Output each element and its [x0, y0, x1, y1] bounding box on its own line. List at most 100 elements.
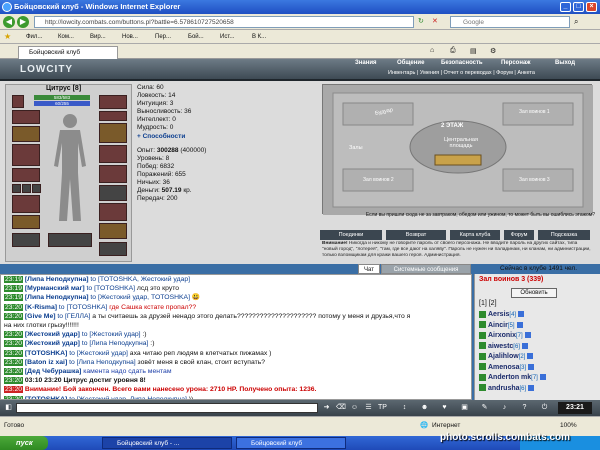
player-row[interactable]: andrusha[6] — [479, 384, 535, 393]
equip-slot-bracers[interactable] — [12, 215, 40, 229]
tab-system-messages[interactable]: Системные сообщения — [381, 264, 471, 274]
map-room-halls[interactable]: Залы — [349, 145, 363, 151]
taskbar-item[interactable]: Бойцовский клуб — [236, 437, 346, 449]
taskbar-item[interactable]: Бойцовский клуб - ... — [102, 437, 232, 449]
minimize-button[interactable]: _ — [560, 2, 571, 12]
equip-slot-shoes[interactable] — [99, 203, 127, 221]
private-message-icon[interactable] — [479, 331, 486, 339]
refresh-roster-button[interactable]: Обновить — [511, 288, 557, 298]
chat-timestamp[interactable]: 23:19 — [4, 285, 24, 293]
character-name[interactable]: Цитрус [8] — [46, 85, 81, 92]
chat-recipient[interactable]: to [Жестокий удар, TOTOSHKA] — [89, 294, 190, 301]
player-name[interactable]: Airxonix — [488, 332, 516, 339]
chat-nickname[interactable]: [Дед Чебурашка] — [25, 368, 81, 375]
chat-message-input[interactable] — [16, 403, 318, 413]
forward-button[interactable]: ▶ — [17, 16, 29, 28]
private-message-icon[interactable] — [479, 373, 486, 381]
chat-recipient[interactable]: to [TOTOSHKA] — [85, 285, 136, 292]
clear-icon[interactable]: ⌫ — [336, 403, 346, 413]
maximize-button[interactable]: □ — [573, 2, 584, 12]
sound-icon[interactable]: ♪ — [500, 403, 509, 413]
stop-icon[interactable]: ✕ — [432, 17, 438, 25]
player-name[interactable]: Amenosa — [488, 364, 520, 371]
search-icon[interactable]: ⌕ — [574, 17, 578, 27]
hint-button[interactable]: Подсказка — [538, 230, 590, 240]
chat-nickname[interactable]: [Мурманский маг] — [25, 285, 85, 292]
chat-nickname[interactable]: [Жестокий удар] — [25, 331, 80, 338]
print-icon[interactable]: ⎙ — [450, 47, 456, 55]
home-icon[interactable]: ⌂ — [430, 47, 434, 54]
address-input[interactable]: http://lowcity.combats.com/buttons.pl?ba… — [34, 16, 414, 28]
filter-icon[interactable]: ☰ — [364, 403, 373, 413]
chat-log[interactable]: 23:19 [Липа Неподкупна] to [TOTOSHKA, Же… — [0, 274, 472, 400]
equip-slot-helmet[interactable] — [12, 95, 24, 108]
equip-slot-misc[interactable] — [99, 242, 127, 256]
player-info-icon[interactable] — [524, 332, 531, 339]
quests-icon[interactable]: ✎ — [480, 403, 489, 413]
chat-timestamp[interactable]: 23:20 — [4, 386, 24, 394]
private-message-icon[interactable] — [479, 342, 486, 350]
chat-nickname[interactable]: [Липа Неподкупна] — [25, 276, 89, 283]
favorites-star-icon[interactable]: ★ — [4, 32, 11, 41]
chat-timestamp[interactable]: 23:20 — [4, 377, 24, 385]
equip-slot-belt[interactable] — [12, 168, 40, 182]
menu-item[interactable]: Выход — [555, 60, 575, 66]
chat-nickname[interactable]: [Липа Неподкупна] — [25, 294, 89, 301]
chat-nickname[interactable]: [Give Me] — [25, 313, 56, 320]
equip-slot-boots[interactable] — [12, 233, 40, 247]
player-row[interactable]: Ajalihlow[2] — [479, 352, 534, 361]
favorite-link[interactable]: Вир... — [90, 32, 106, 42]
help-icon[interactable]: ? — [520, 403, 529, 413]
equip-slot-necklace[interactable] — [12, 110, 40, 124]
chat-settings-icon[interactable]: ◧ — [4, 403, 13, 413]
player-row[interactable]: Aincir[5] — [479, 321, 523, 330]
private-message-icon[interactable] — [479, 321, 486, 329]
equip-slot-pocket[interactable] — [22, 184, 31, 193]
player-name[interactable]: Anderton mk — [488, 374, 531, 381]
chat-recipient[interactable]: to [Жестокий удар] — [67, 350, 128, 357]
exit-icon[interactable]: ⏻ — [540, 403, 549, 413]
equip-slot-rings[interactable] — [99, 111, 127, 121]
browser-tab[interactable]: Бойцовский клуб — [18, 46, 118, 59]
chat-recipient[interactable]: to [TOTOSHKA] — [57, 304, 108, 311]
chat-timestamp[interactable]: 23:19 — [4, 294, 24, 302]
menu-item[interactable]: Знания — [355, 60, 377, 66]
chat-recipient[interactable]: to [ГЕЛЛА] — [56, 313, 90, 320]
chat-nickname[interactable]: [Baton iz xai] — [25, 359, 67, 366]
player-info-icon[interactable] — [539, 374, 546, 381]
game-sub-menu[interactable]: Инвентарь | Умения | Отчет о переводах |… — [388, 70, 535, 79]
player-info-icon[interactable] — [518, 311, 525, 318]
refresh-icon[interactable]: ↻ — [418, 17, 424, 25]
inventory-icon[interactable]: ▣ — [460, 403, 469, 413]
chat-recipient[interactable]: to [TOTOSHKA, Жестокий удар] — [89, 276, 190, 283]
player-name[interactable]: andrusha — [488, 385, 520, 392]
equip-slot-offhand[interactable] — [99, 185, 127, 201]
equip-slot-runes[interactable] — [48, 233, 92, 247]
player-info-icon[interactable] — [521, 342, 528, 349]
player-name[interactable]: Ajalihlow — [488, 353, 519, 360]
player-info-icon[interactable] — [527, 353, 534, 360]
favorite-link[interactable]: Нов... — [122, 32, 138, 42]
player-info-icon[interactable] — [516, 321, 523, 328]
equip-slot-armor[interactable] — [12, 144, 40, 166]
abilities-link[interactable]: + Способности — [137, 133, 277, 141]
player-name[interactable]: Aincir — [488, 322, 508, 329]
chat-timestamp[interactable]: 23:19 — [4, 276, 24, 283]
roster-pagination[interactable]: [1] [2] — [479, 300, 497, 307]
private-message-icon[interactable] — [479, 363, 486, 371]
favorite-link[interactable]: Пер... — [155, 32, 171, 42]
chat-recipient[interactable]: to [Жестокий удар] — [80, 331, 141, 338]
favorite-link[interactable]: В К... — [252, 32, 266, 42]
favorite-link[interactable]: Ист... — [220, 32, 234, 42]
player-info-icon[interactable] — [528, 384, 535, 391]
equip-slot-leggings[interactable] — [99, 145, 127, 163]
player-row[interactable]: Airxonix[7] — [479, 331, 531, 340]
chat-nickname[interactable]: [K-Risma] — [25, 304, 57, 311]
close-button[interactable]: × — [586, 2, 597, 12]
equip-slot-amulet[interactable] — [99, 223, 127, 239]
scroll-icon[interactable]: ↕ — [400, 403, 409, 413]
chat-nickname[interactable]: [TOTOSHKA] — [25, 350, 67, 357]
menu-item[interactable]: Безопасность — [441, 60, 483, 66]
page-menu-icon[interactable]: ▤ — [470, 47, 477, 55]
player-row[interactable]: Anderton mk[7] — [479, 373, 546, 382]
